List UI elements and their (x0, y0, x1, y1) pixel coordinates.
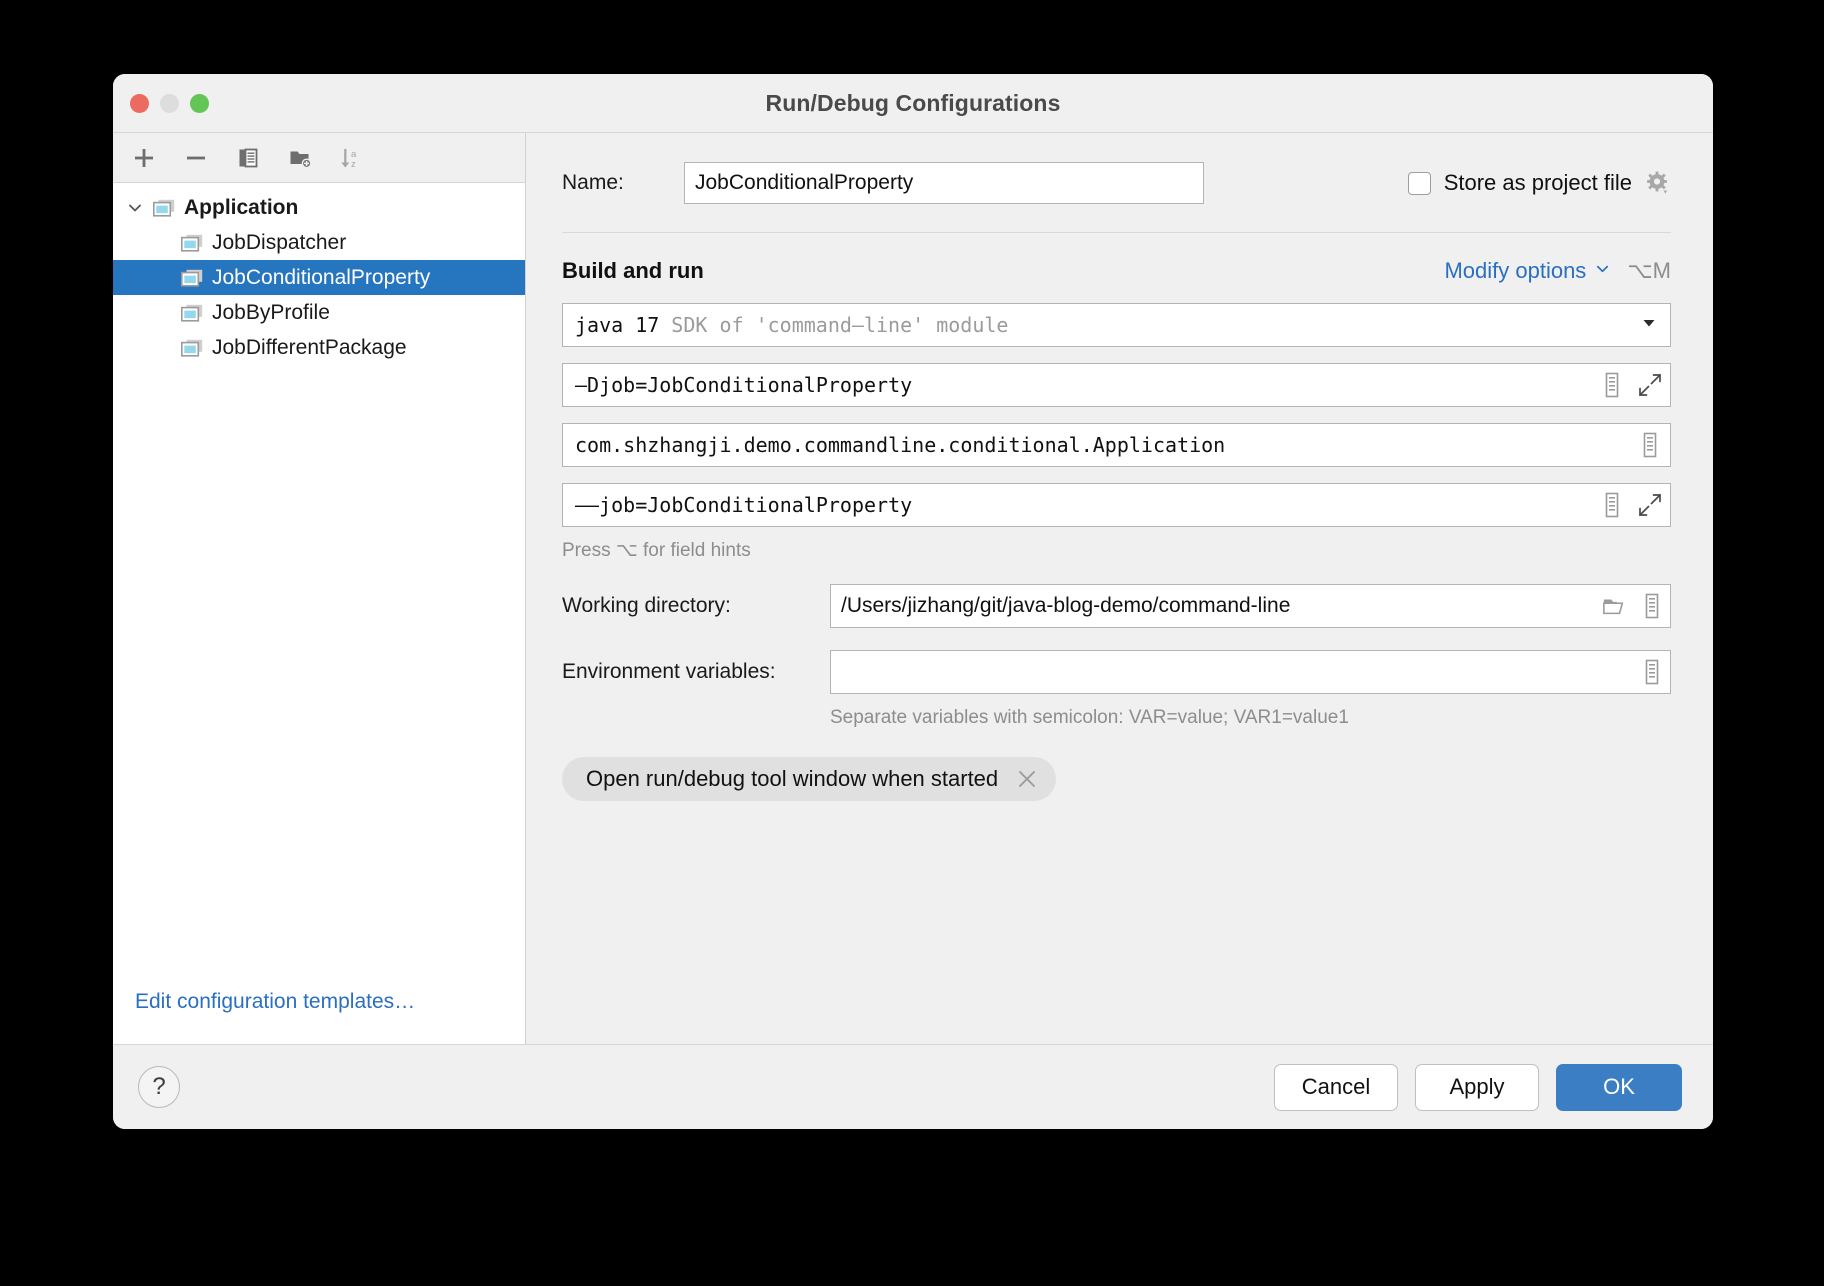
close-icon[interactable] (1016, 768, 1038, 790)
application-icon (153, 199, 175, 217)
minimize-window-button[interactable] (160, 94, 179, 113)
tree-item-label: JobDispatcher (212, 232, 346, 253)
macro-list-icon[interactable] (1638, 432, 1662, 458)
main-class-value: com.shzhangji.demo.commandline.condition… (575, 433, 1225, 457)
macro-list-icon[interactable] (1640, 593, 1664, 619)
vm-options-value: –Djob=JobConditionalProperty (575, 373, 912, 397)
configuration-editor-panel: Name: JobConditionalProperty Store as pr… (526, 133, 1713, 1044)
name-row: Name: JobConditionalProperty Store as pr… (562, 161, 1671, 205)
tree-item-label: JobConditionalProperty (212, 267, 430, 288)
working-directory-field-icons (1588, 593, 1664, 619)
dialog-body: a z (113, 132, 1713, 1044)
remove-configuration-button[interactable] (179, 141, 213, 175)
sdk-description: SDK of 'command–line' module (671, 313, 1008, 337)
modify-options-link[interactable]: Modify options (1444, 258, 1586, 284)
traffic-lights (130, 74, 209, 132)
name-input[interactable]: JobConditionalProperty (684, 162, 1204, 204)
svg-text:z: z (351, 159, 356, 170)
working-directory-value: /Users/jizhang/git/java-blog-demo/comman… (841, 594, 1290, 618)
store-as-project-file-label: Store as project file (1444, 170, 1632, 196)
build-and-run-section-header: Build and run Modify options ⌥M (562, 255, 1671, 287)
sdk-value: java 17 (575, 313, 659, 337)
program-arguments-value: ––job=JobConditionalProperty (575, 493, 912, 517)
tree-group-label: Application (184, 197, 298, 218)
section-title: Build and run (562, 258, 704, 284)
main-class-field-icons (1624, 432, 1662, 458)
divider (562, 232, 1671, 233)
edit-templates-area: Edit configuration templates… (113, 990, 525, 1044)
application-icon (181, 304, 203, 322)
cancel-button[interactable]: Cancel (1274, 1064, 1398, 1111)
tree-item-jobbyprofile[interactable]: JobByProfile (113, 295, 525, 330)
tree-item-jobdispatcher[interactable]: JobDispatcher (113, 225, 525, 260)
tree-item-jobconditionalproperty[interactable]: JobConditionalProperty (113, 260, 525, 295)
configurations-tree[interactable]: Application JobDispatcher (113, 183, 525, 990)
environment-variables-row: Environment variables: (562, 650, 1671, 694)
vm-options-input[interactable]: –Djob=JobConditionalProperty (562, 363, 1671, 407)
application-icon (181, 234, 203, 252)
gear-icon[interactable] (1645, 170, 1671, 196)
program-arguments-input[interactable]: ––job=JobConditionalProperty (562, 483, 1671, 527)
chevron-down-icon[interactable] (1595, 261, 1610, 281)
expand-editor-icon[interactable] (1638, 492, 1662, 518)
copy-configuration-button[interactable] (231, 141, 265, 175)
folder-browse-icon[interactable] (1602, 593, 1626, 619)
name-label: Name: (562, 171, 684, 195)
window-titlebar: Run/Debug Configurations (113, 74, 1713, 132)
application-icon (181, 339, 203, 357)
working-directory-row: Working directory: /Users/jizhang/git/ja… (562, 584, 1671, 628)
macro-list-icon[interactable] (1600, 372, 1624, 398)
open-tool-window-chip[interactable]: Open run/debug tool window when started (562, 757, 1056, 801)
vm-options-field-icons (1586, 372, 1662, 398)
tree-group-application[interactable]: Application (113, 190, 525, 225)
field-hints-text: Press ⌥ for field hints (562, 539, 1671, 562)
modify-options-control[interactable]: Modify options ⌥M (1444, 258, 1671, 284)
program-arguments-field-icons (1586, 492, 1662, 518)
ok-button[interactable]: OK (1556, 1064, 1682, 1111)
environment-variables-label: Environment variables: (562, 660, 830, 684)
macro-list-icon[interactable] (1600, 492, 1624, 518)
configurations-panel: a z (113, 133, 526, 1044)
store-as-project-file-checkbox[interactable] (1408, 172, 1431, 195)
edit-configuration-templates-link[interactable]: Edit configuration templates… (135, 990, 415, 1013)
working-directory-input[interactable]: /Users/jizhang/git/java-blog-demo/comman… (830, 584, 1671, 628)
tree-item-label: JobByProfile (212, 302, 330, 323)
tree-item-jobdifferentpackage[interactable]: JobDifferentPackage (113, 330, 525, 365)
add-configuration-button[interactable] (127, 141, 161, 175)
environment-variables-field-icons (1626, 659, 1664, 685)
jre-sdk-combobox[interactable]: java 17 SDK of 'command–line' module (562, 303, 1671, 347)
modify-options-shortcut: ⌥M (1627, 258, 1671, 284)
chevron-down-icon[interactable] (123, 200, 147, 216)
apply-button[interactable]: Apply (1415, 1064, 1539, 1111)
chevron-down-icon[interactable] (1640, 314, 1662, 337)
chip-label: Open run/debug tool window when started (586, 766, 998, 792)
maximize-window-button[interactable] (190, 94, 209, 113)
tree-item-label: JobDifferentPackage (212, 337, 407, 358)
main-class-input[interactable]: com.shzhangji.demo.commandline.condition… (562, 423, 1671, 467)
working-directory-label: Working directory: (562, 594, 830, 618)
help-button[interactable]: ? (138, 1066, 180, 1108)
environment-variables-hint: Separate variables with semicolon: VAR=v… (830, 707, 1671, 729)
close-window-button[interactable] (130, 94, 149, 113)
expand-editor-icon[interactable] (1638, 372, 1662, 398)
window-title: Run/Debug Configurations (113, 90, 1713, 117)
dialog-footer: ? Cancel Apply OK (113, 1044, 1713, 1129)
macro-list-icon[interactable] (1640, 659, 1664, 685)
footer-buttons: Cancel Apply OK (1274, 1064, 1682, 1111)
store-as-project-file-option[interactable]: Store as project file (1408, 170, 1671, 196)
environment-variables-input[interactable] (830, 650, 1671, 694)
tree-toolbar: a z (113, 133, 525, 183)
new-folder-button[interactable] (283, 141, 317, 175)
sort-configurations-button[interactable]: a z (335, 141, 369, 175)
application-icon (181, 269, 203, 287)
run-debug-configurations-dialog: Run/Debug Configurations (113, 74, 1713, 1129)
